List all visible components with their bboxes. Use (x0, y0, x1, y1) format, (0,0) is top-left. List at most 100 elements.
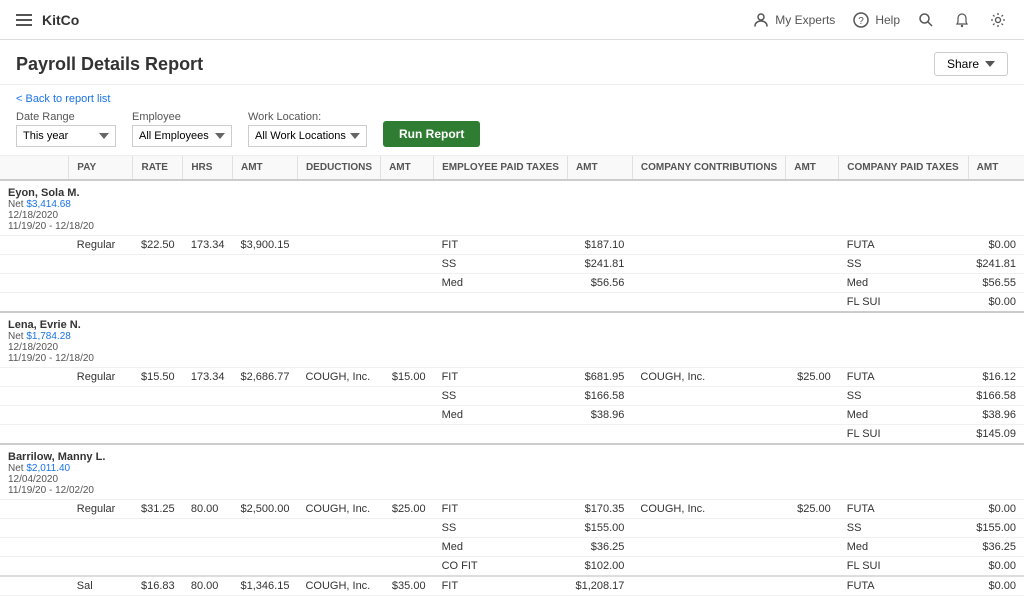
th-emp-tax: EMPLOYEE PAID TAXES (434, 156, 568, 180)
table-cell (133, 406, 183, 425)
table-cell (232, 538, 297, 557)
table-cell (381, 519, 434, 538)
table-cell: SS (434, 519, 568, 538)
table-cell (381, 538, 434, 557)
table-cell: Regular (69, 368, 133, 387)
table-cell (632, 387, 785, 406)
table-cell (567, 293, 632, 313)
table-cell (786, 406, 839, 425)
my-experts-label: My Experts (775, 13, 835, 27)
table-cell (69, 387, 133, 406)
run-report-button[interactable]: Run Report (383, 121, 480, 147)
table-cell (786, 236, 839, 255)
table-cell (297, 387, 380, 406)
table-cell (297, 406, 380, 425)
employee-info-row: Lena, Evrie N. Net $1,784.28 12/18/2020 … (0, 312, 1024, 368)
table-cell: Med (839, 406, 968, 425)
table-cell (232, 519, 297, 538)
table-cell: FIT (434, 500, 568, 519)
filters-bar: < Back to report list Date Range This ye… (0, 85, 1024, 156)
employee-net: Net $1,784.28 (8, 331, 1016, 342)
table-cell: $681.95 (567, 368, 632, 387)
table-cell: $145.09 (968, 425, 1024, 445)
hamburger-icon[interactable] (16, 14, 32, 26)
date-range-label: Date Range (16, 111, 116, 123)
table-cell (381, 255, 434, 274)
table-cell (183, 538, 233, 557)
share-button[interactable]: Share (934, 52, 1008, 76)
person-icon (751, 10, 771, 30)
table-cell: Sal (69, 576, 133, 596)
table-cell: FUTA (839, 236, 968, 255)
brand-name: KitCo (42, 12, 79, 28)
table-cell (0, 368, 69, 387)
settings-icon[interactable] (988, 10, 1008, 30)
th-comp-tax: COMPANY PAID TAXES (839, 156, 968, 180)
back-link[interactable]: < Back to report list (16, 93, 1008, 105)
th-etamt: AMT (567, 156, 632, 180)
table-cell: $166.58 (968, 387, 1024, 406)
table-cell (786, 387, 839, 406)
table-cell: SS (839, 519, 968, 538)
table-cell: $38.96 (567, 406, 632, 425)
table-cell: Regular (69, 236, 133, 255)
table-cell (69, 538, 133, 557)
table-cell (133, 293, 183, 313)
work-location-filter: Work Location: All Work Locations (248, 111, 367, 147)
table-cell (434, 293, 568, 313)
search-icon[interactable] (916, 10, 936, 30)
table-cell: CO FIT (434, 557, 568, 577)
table-cell: FUTA (839, 368, 968, 387)
table-cell: $15.50 (133, 368, 183, 387)
payroll-table-container: PAY RATE HRS AMT DEDUCTIONS AMT EMPLOYEE… (0, 156, 1024, 596)
table-cell (381, 557, 434, 577)
date-range-filter: Date Range This year (16, 111, 116, 147)
table-cell (632, 519, 785, 538)
table-cell: $155.00 (567, 519, 632, 538)
employee-date1: 12/18/2020 (8, 342, 1016, 353)
table-cell: FIT (434, 236, 568, 255)
table-cell: $22.50 (133, 236, 183, 255)
table-cell: $25.00 (786, 500, 839, 519)
th-txamt: AMT (968, 156, 1024, 180)
table-cell: Med (839, 274, 968, 293)
table-cell: COUGH, Inc. (297, 500, 380, 519)
help-nav[interactable]: ? Help (851, 10, 900, 30)
table-row: Med$56.56Med$56.55 (0, 274, 1024, 293)
table-cell (183, 519, 233, 538)
table-row: Regular$15.50173.34$2,686.77COUGH, Inc.$… (0, 368, 1024, 387)
table-cell (381, 387, 434, 406)
employee-info-row: Eyon, Sola M. Net $3,414.68 12/18/2020 1… (0, 180, 1024, 236)
table-cell (0, 500, 69, 519)
my-experts-nav[interactable]: My Experts (751, 10, 835, 30)
work-location-select[interactable]: All Work Locations (248, 125, 367, 147)
table-cell (69, 293, 133, 313)
table-cell (232, 406, 297, 425)
table-cell: $170.35 (567, 500, 632, 519)
nav-left: KitCo (16, 12, 79, 28)
table-cell (786, 274, 839, 293)
table-cell: Med (434, 274, 568, 293)
table-cell (69, 557, 133, 577)
table-cell: $241.81 (567, 255, 632, 274)
table-cell: SS (839, 255, 968, 274)
table-cell (786, 519, 839, 538)
bell-icon[interactable] (952, 10, 972, 30)
table-cell (786, 255, 839, 274)
table-cell (133, 387, 183, 406)
th-empty (0, 156, 69, 180)
table-cell (786, 576, 839, 596)
employee-label: Employee (132, 111, 232, 123)
table-cell (69, 406, 133, 425)
table-cell: FL SUI (839, 293, 968, 313)
table-cell (297, 557, 380, 577)
table-row: SS$241.81SS$241.81 (0, 255, 1024, 274)
table-cell: FIT (434, 576, 568, 596)
table-cell (786, 293, 839, 313)
employee-select[interactable]: All Employees (132, 125, 232, 147)
table-cell (69, 519, 133, 538)
table-cell: SS (839, 387, 968, 406)
date-range-select[interactable]: This year (16, 125, 116, 147)
table-cell (297, 519, 380, 538)
employee-date1: 12/18/2020 (8, 210, 1016, 221)
